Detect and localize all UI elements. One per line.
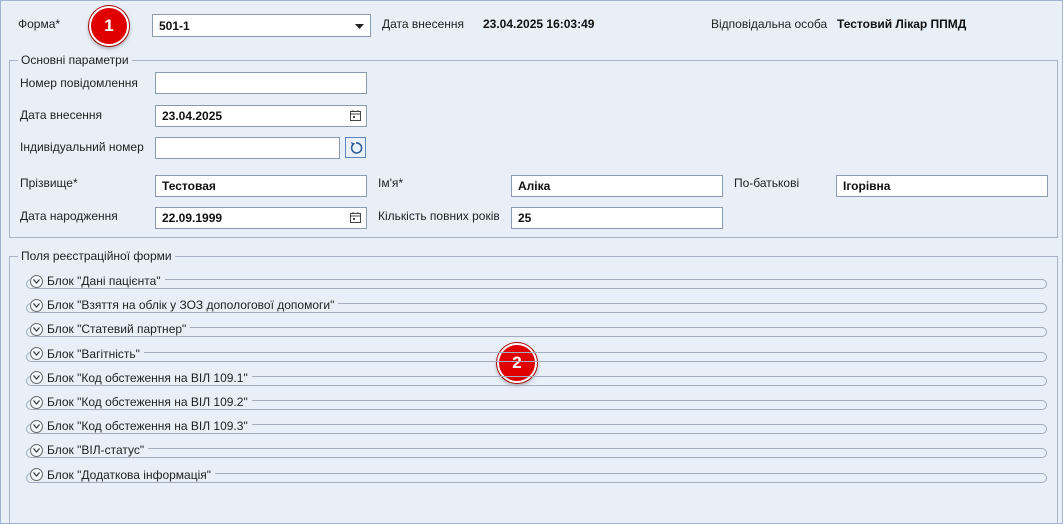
registration-block[interactable]: Блок "Код обстеження на ВІЛ 109.1" <box>20 370 1047 388</box>
individual-number-input[interactable] <box>155 137 340 159</box>
block-label: Блок "Код обстеження на ВІЛ 109.3" <box>47 419 248 434</box>
block-header[interactable]: Блок "Додаткова інформація" <box>30 467 216 482</box>
block-frame <box>26 351 1047 362</box>
registration-block[interactable]: Блок "Додаткова інформація" <box>20 467 1047 485</box>
surname-input[interactable]: Тестовая <box>155 175 367 197</box>
birth-date-input-value: 22.09.1999 <box>162 211 223 225</box>
name-label: Ім'я* <box>378 176 404 190</box>
entry-date-input-value: 23.04.2025 <box>162 109 223 123</box>
chevron-down-icon[interactable] <box>30 371 43 385</box>
block-label: Блок "Взяття на облік у ЗОЗ допологової … <box>47 298 335 313</box>
refresh-icon <box>350 141 362 154</box>
entry-date-input[interactable]: 23.04.2025 <box>155 105 367 127</box>
entry-date-label: Дата внесення <box>382 17 465 31</box>
responsible-value: Тестовий Лікар ППМД <box>837 17 967 31</box>
block-frame <box>26 279 1047 289</box>
block-frame <box>26 448 1047 459</box>
registration-block[interactable]: Блок "ВІЛ-статус" <box>20 443 1047 460</box>
form-select[interactable]: 501-1 <box>152 14 371 37</box>
callout-badge-1: 1 <box>89 6 129 46</box>
name-input[interactable]: Аліка <box>511 175 723 197</box>
birth-date-label: Дата народження <box>20 209 118 223</box>
calendar-icon[interactable] <box>350 110 361 121</box>
message-number-input[interactable] <box>155 72 367 94</box>
calendar-icon[interactable] <box>350 212 361 223</box>
block-label: Блок "Додаткова інформація" <box>47 467 212 482</box>
main-params-legend: Основні параметри <box>18 53 132 67</box>
patronymic-input[interactable]: Ігорівна <box>836 175 1048 197</box>
chevron-down-icon[interactable] <box>30 347 43 361</box>
message-number-label: Номер повідомлення <box>20 76 138 90</box>
individual-number-label: Індивідуальний номер <box>20 140 144 154</box>
registration-block[interactable]: Блок "Вагітність" <box>20 346 1047 364</box>
block-label: Блок "Статевий партнер" <box>47 322 187 337</box>
birth-date-input[interactable]: 22.09.1999 <box>155 207 367 229</box>
entry-date-field-label: Дата внесення <box>20 108 103 122</box>
block-header[interactable]: Блок "Код обстеження на ВІЛ 109.2" <box>30 395 252 409</box>
block-header[interactable]: Блок "Код обстеження на ВІЛ 109.3" <box>30 419 252 434</box>
patronymic-label: По-батькові <box>734 176 800 190</box>
refresh-button[interactable] <box>345 137 366 158</box>
block-label: Блок "Дані пацієнта" <box>47 274 161 288</box>
block-header[interactable]: Блок "Код обстеження на ВІЛ 109.1" <box>30 370 252 385</box>
block-label: Блок "ВІЛ-статус" <box>47 443 145 458</box>
block-header[interactable]: Блок "ВІЛ-статус" <box>30 443 149 458</box>
chevron-down-icon[interactable] <box>30 322 43 336</box>
block-header[interactable]: Блок "Статевий партнер" <box>30 322 191 337</box>
registration-legend: Поля реєстраційної форми <box>18 249 175 263</box>
full-years-label: Кількість повних років <box>378 209 500 223</box>
full-years-input[interactable]: 25 <box>511 207 723 229</box>
chevron-down-icon[interactable] <box>30 395 43 409</box>
block-label: Блок "Код обстеження на ВІЛ 109.2" <box>47 395 248 409</box>
responsible-label: Відповідальна особа <box>711 17 828 31</box>
form-select-value: 501-1 <box>159 18 190 33</box>
surname-label: Прізвище* <box>20 176 78 190</box>
form-label: Форма* <box>18 17 61 31</box>
registration-block[interactable]: Блок "Код обстеження на ВІЛ 109.2" <box>20 395 1047 412</box>
chevron-down-icon[interactable] <box>30 274 43 288</box>
block-label: Блок "Вагітність" <box>47 346 140 361</box>
registration-block[interactable]: Блок "Дані пацієнта" <box>20 274 1047 291</box>
chevron-down-icon[interactable] <box>30 419 43 433</box>
registration-block[interactable]: Блок "Взяття на облік у ЗОЗ допологової … <box>20 298 1047 315</box>
entry-date-value: 23.04.2025 16:03:49 <box>483 17 595 31</box>
registration-block[interactable]: Блок "Статевий партнер" <box>20 322 1047 339</box>
chevron-down-icon[interactable] <box>30 443 43 457</box>
chevron-down-icon[interactable] <box>30 468 43 482</box>
dropdown-arrow-icon <box>355 24 364 29</box>
chevron-down-icon[interactable] <box>30 298 43 312</box>
block-header[interactable]: Блок "Взяття на облік у ЗОЗ допологової … <box>30 298 339 313</box>
block-header[interactable]: Блок "Дані пацієнта" <box>30 274 165 288</box>
registration-block[interactable]: Блок "Код обстеження на ВІЛ 109.3" <box>20 419 1047 436</box>
block-label: Блок "Код обстеження на ВІЛ 109.1" <box>47 370 248 385</box>
block-header[interactable]: Блок "Вагітність" <box>30 346 144 361</box>
